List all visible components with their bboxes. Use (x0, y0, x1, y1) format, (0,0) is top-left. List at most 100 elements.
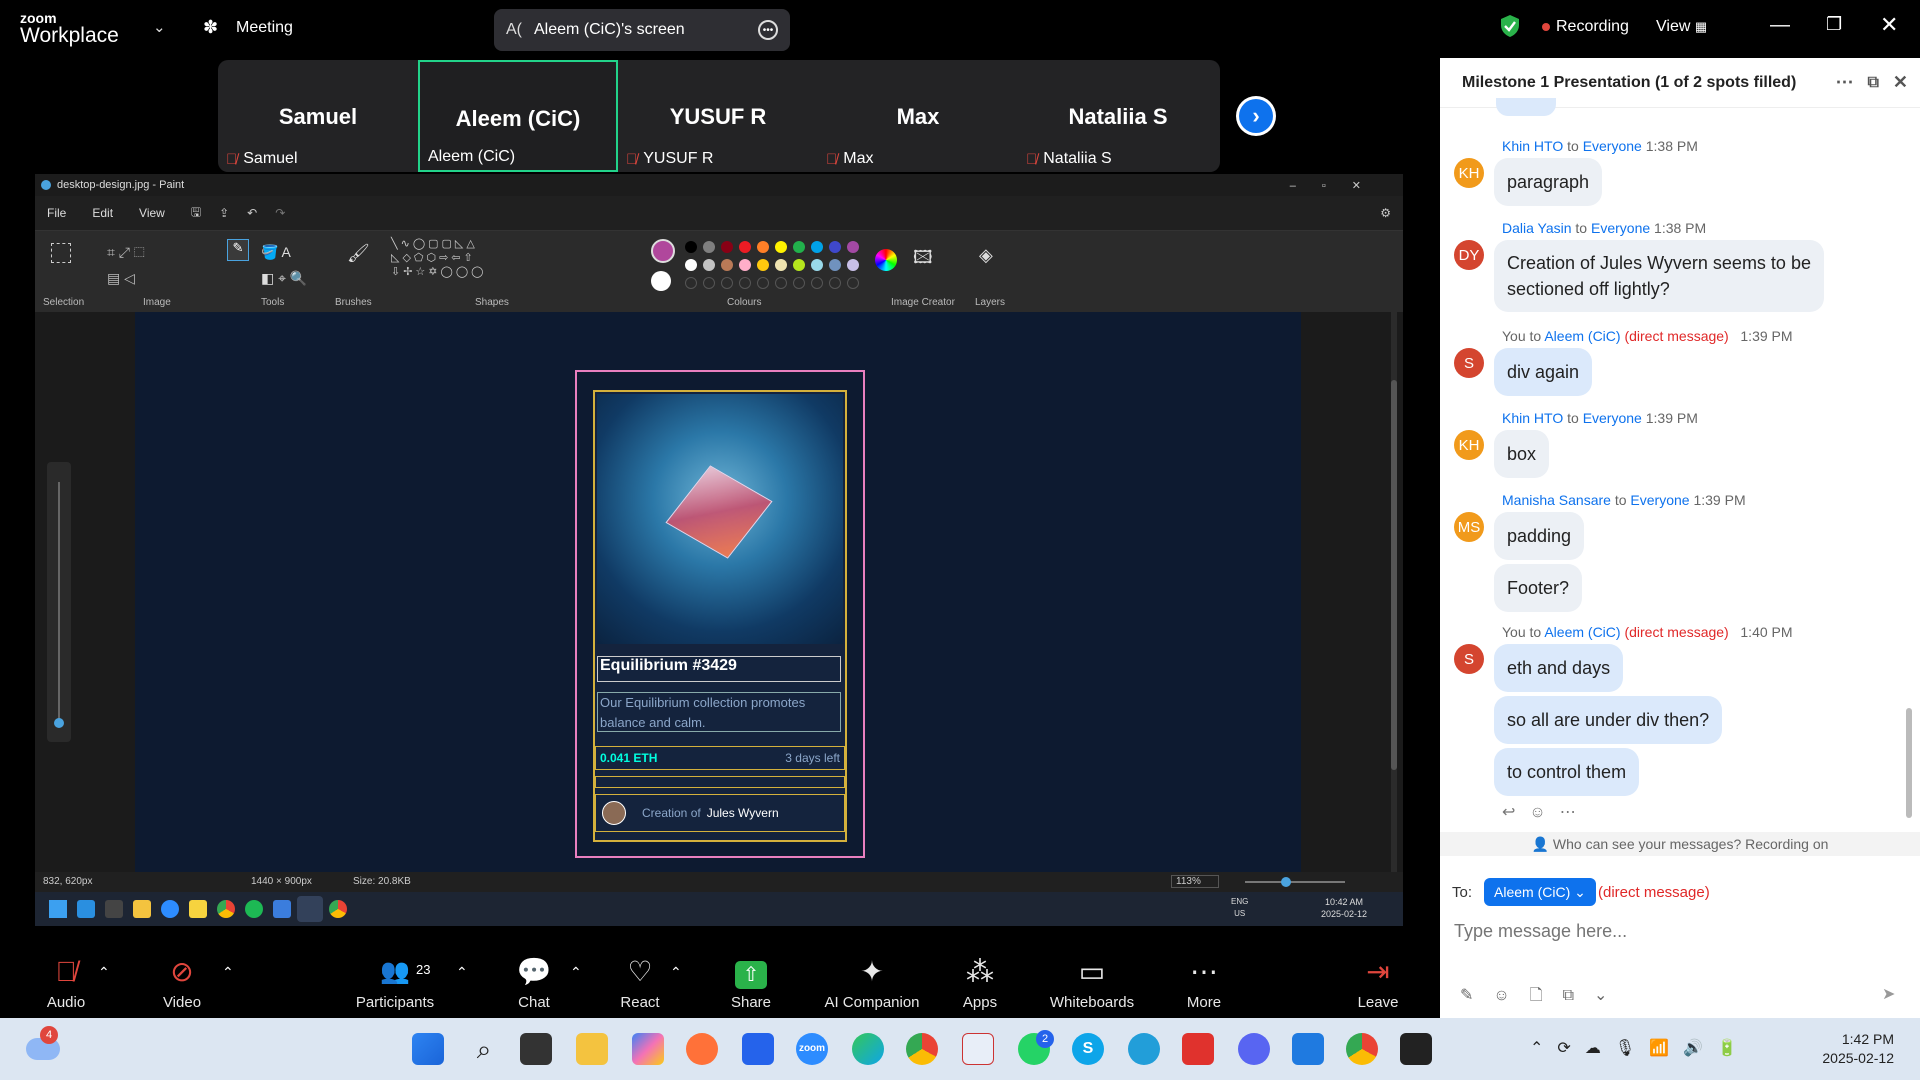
undo-icon[interactable]: ↶ (247, 206, 257, 220)
participant-tile[interactable]: Samuel 🎙̸ Samuel (218, 60, 418, 172)
brush-icon[interactable]: 🖌 (347, 243, 370, 264)
message-bubble[interactable]: to control them (1494, 748, 1640, 796)
zoom-slider[interactable] (1245, 881, 1345, 883)
chrome-icon[interactable] (329, 900, 347, 918)
recipient-name[interactable]: Everyone (1583, 138, 1642, 154)
message-bubble[interactable]: Footer? (1494, 564, 1583, 612)
firefox-icon[interactable] (686, 1033, 718, 1065)
zoom-level-select[interactable]: 113% (1171, 875, 1219, 888)
color-swatch[interactable] (739, 259, 751, 271)
avatar[interactable]: S (1454, 644, 1484, 674)
chat-button[interactable]: 💬 Chat (484, 946, 584, 1018)
layers-icon[interactable]: ◈ (979, 245, 993, 266)
message-bubble[interactable]: paragraph (1494, 158, 1603, 206)
participant-tile[interactable]: Nataliia S 🎙̸ Nataliia S (1018, 60, 1218, 172)
compose-tools[interactable]: ✎☺🗋⧉⌄ (1460, 984, 1627, 1011)
avatar[interactable]: DY (1454, 240, 1484, 270)
copilot-icon[interactable] (632, 1033, 664, 1065)
recipient-name[interactable]: Everyone (1583, 410, 1642, 426)
color-swatch[interactable] (685, 259, 697, 271)
chevron-up-icon[interactable]: ⌃ (670, 964, 682, 981)
search-icon[interactable]: ⌕ (468, 1033, 500, 1065)
paint-window-controls[interactable]: –▫✕ (1290, 179, 1387, 192)
zoom-taskbar-icon[interactable]: zoom (796, 1033, 828, 1065)
message-bubble[interactable]: box (1494, 430, 1550, 478)
screen-share-pill[interactable]: A( Aleem (CiC)'s screen ••• (494, 9, 790, 51)
color-swatch[interactable] (829, 241, 841, 253)
zoom-slider-thumb[interactable] (1281, 877, 1291, 887)
chevron-up-icon[interactable]: ⌃ (570, 964, 582, 981)
redo-icon[interactable]: ↷ (275, 206, 285, 220)
zoom-app-icon[interactable] (161, 900, 179, 918)
settings-icon[interactable]: ⚙ (1380, 206, 1391, 220)
recipient-name[interactable]: Aleem (CiC) (1544, 624, 1620, 640)
snipping-tool-icon[interactable] (962, 1033, 994, 1065)
recipient-name[interactable]: Everyone (1591, 220, 1650, 236)
sender-name[interactable]: Khin HTO (1502, 410, 1563, 426)
skype-icon[interactable]: S (1072, 1033, 1104, 1065)
tool-icons[interactable]: 🪣 A ◧ ⌖ 🔍 (261, 239, 307, 291)
zoom-slider-vertical[interactable] (47, 462, 71, 742)
color-swatch[interactable] (721, 259, 733, 271)
color-swatch[interactable] (757, 259, 769, 271)
view-button[interactable]: View ▦ (1656, 18, 1707, 36)
whiteboards-button[interactable]: ▭ Whiteboards (1032, 946, 1152, 1018)
store-icon[interactable] (742, 1033, 774, 1065)
language-indicator[interactable]: ENG US (1231, 896, 1248, 920)
paint-taskbar-active[interactable] (297, 896, 323, 922)
empty-swatch[interactable] (721, 277, 733, 289)
terminal-icon[interactable] (105, 900, 123, 918)
empty-swatch[interactable] (757, 277, 769, 289)
windows-start-icon[interactable] (49, 900, 67, 918)
share-button[interactable]: ⇧ Share (701, 946, 801, 1018)
participants-button[interactable]: 👥 Participants (345, 946, 445, 1018)
file-explorer-icon[interactable] (576, 1033, 608, 1065)
folder-icon[interactable] (133, 900, 151, 918)
avatar[interactable]: KH (1454, 430, 1484, 460)
shapes-gallery[interactable]: ╲∿◯▢▢◺△ ◺◇⬠⬡⇨⇦⇧ ⇩✢☆✡◯◯◯ (391, 237, 551, 279)
avatar[interactable]: KH (1454, 158, 1484, 188)
edit-colors-icon[interactable] (875, 249, 897, 271)
color-swatch[interactable] (703, 259, 715, 271)
message-bubble[interactable]: Creation of Jules Wyvern seems to be sec… (1494, 240, 1824, 312)
message-bubble[interactable]: div again (1494, 348, 1593, 396)
selection-icon[interactable] (51, 243, 71, 263)
color-swatch[interactable] (811, 259, 823, 271)
gallery-next-button[interactable]: › (1236, 96, 1276, 136)
color-swatch[interactable] (739, 241, 751, 253)
message-bubble[interactable]: so all are under div then? (1494, 696, 1723, 744)
empty-swatch[interactable] (739, 277, 751, 289)
share-icon[interactable]: ⇪ (219, 206, 229, 220)
empty-swatch[interactable] (703, 277, 715, 289)
chrome-icon[interactable] (906, 1033, 938, 1065)
chrome-icon[interactable] (217, 900, 235, 918)
canvas-scrollbar[interactable] (1391, 312, 1397, 872)
telegram-icon[interactable] (1128, 1033, 1160, 1065)
chevron-down-icon[interactable]: ⌄ (153, 18, 166, 36)
sender-name[interactable]: Dalia Yasin (1502, 220, 1572, 236)
color-swatch[interactable] (703, 241, 715, 253)
windows-start-icon[interactable] (412, 1033, 444, 1065)
color-swatch[interactable] (685, 241, 697, 253)
system-tray[interactable]: ⌃⟳☁🎙📶🔊🔋 (1530, 1038, 1751, 1058)
vscode-icon[interactable] (77, 900, 95, 918)
pencil-icon[interactable]: ✎ (227, 239, 249, 261)
slider-thumb[interactable] (54, 718, 64, 728)
recipient-dropdown[interactable]: Aleem (CiC) ⌄ (1484, 878, 1596, 906)
pop-out-icon[interactable]: ⧉ (1867, 74, 1878, 92)
send-icon[interactable]: ➤ (1882, 984, 1895, 1004)
empty-swatch[interactable] (811, 277, 823, 289)
participant-tile-active[interactable]: Aleem (CiC) Aleem (CiC) (418, 60, 618, 172)
empty-swatch[interactable] (829, 277, 841, 289)
avatar[interactable]: MS (1454, 512, 1484, 542)
audio-button[interactable]: 🎙̸ Audio (16, 946, 116, 1018)
message-bubble[interactable]: padding (1494, 512, 1585, 560)
participant-tile[interactable]: Max 🎙̸ Max (818, 60, 1018, 172)
restore-icon[interactable]: ❐ (1826, 14, 1842, 35)
menu-edit[interactable]: Edit (92, 206, 113, 220)
vscode-icon[interactable] (1292, 1033, 1324, 1065)
react-button[interactable]: ♡ React (590, 946, 690, 1018)
spotify-icon[interactable] (245, 900, 263, 918)
terminal-icon[interactable] (1400, 1033, 1432, 1065)
task-view-icon[interactable] (520, 1033, 552, 1065)
